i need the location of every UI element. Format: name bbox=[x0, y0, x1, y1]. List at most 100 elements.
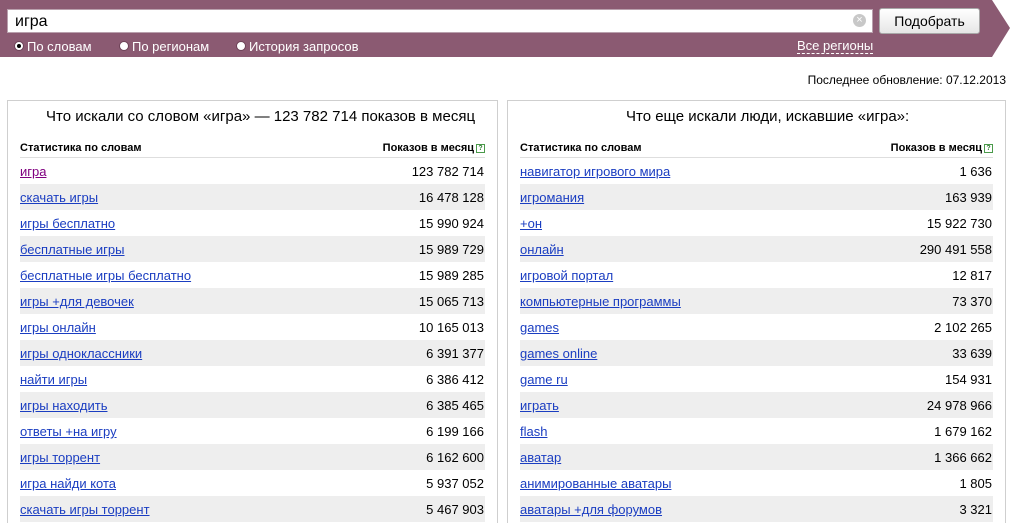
mode-label: История запросов bbox=[249, 38, 359, 54]
keyword-link[interactable]: игры торрент bbox=[20, 450, 100, 465]
mode-history[interactable]: История запросов bbox=[236, 38, 359, 54]
radio-icon bbox=[119, 41, 129, 51]
impressions-count: 1 679 162 bbox=[934, 424, 992, 439]
keyword-link[interactable]: игры одноклассники bbox=[20, 346, 142, 361]
keyword-link[interactable]: игры онлайн bbox=[20, 320, 96, 335]
table-row: игра найди кота 5 937 052 bbox=[20, 470, 485, 496]
impressions-count: 1 366 662 bbox=[934, 450, 992, 465]
table-row: games online 33 639 bbox=[520, 340, 993, 366]
table-row: игровой портал 12 817 bbox=[520, 262, 993, 288]
keyword-link[interactable]: игры бесплатно bbox=[20, 216, 115, 231]
keyword-link[interactable]: игры находить bbox=[20, 398, 107, 413]
keyword-link[interactable]: игра bbox=[20, 164, 46, 179]
keyword-link[interactable]: игра найди кота bbox=[20, 476, 116, 491]
impressions-count: 6 199 166 bbox=[426, 424, 484, 439]
table-row: +он 15 922 730 bbox=[520, 210, 993, 236]
keyword-link[interactable]: игромания bbox=[520, 190, 584, 205]
keyword-link[interactable]: скачать игры bbox=[20, 190, 98, 205]
table-row: скачать игры 16 478 128 bbox=[20, 184, 485, 210]
column-header-keyword: Статистика по словам bbox=[520, 142, 642, 154]
keyword-table: игра 123 782 714 скачать игры 16 478 128 игр… bbox=[20, 157, 485, 522]
column-header-keyword: Статистика по словам bbox=[20, 142, 142, 154]
table-row: игры торрент 6 162 600 bbox=[20, 444, 485, 470]
table-row: игры одноклассники 6 391 377 bbox=[20, 340, 485, 366]
related-queries-panel: Что еще искали люди, искавшие «игра»: Ст… bbox=[507, 100, 1006, 523]
impressions-count: 1 805 bbox=[959, 476, 992, 491]
impressions-count: 6 162 600 bbox=[426, 450, 484, 465]
search-band-arrow bbox=[992, 0, 1010, 57]
keyword-link[interactable]: бесплатные игры bbox=[20, 242, 125, 257]
table-row: игры бесплатно 15 990 924 bbox=[20, 210, 485, 236]
column-header-count: Показов в месяц ? bbox=[383, 142, 485, 154]
table-row: games 2 102 265 bbox=[520, 314, 993, 340]
keyword-link[interactable]: скачать игры торрент bbox=[20, 502, 150, 517]
table-row: игры +для девочек 15 065 713 bbox=[20, 288, 485, 314]
impressions-count: 123 782 714 bbox=[411, 164, 484, 179]
keyword-link[interactable]: навигатор игрового мира bbox=[520, 164, 670, 179]
keyword-link[interactable]: онлайн bbox=[520, 242, 564, 257]
panel-title: Что искали со словом «игра» — 123 782 71… bbox=[46, 108, 476, 125]
panel-title: Что еще искали люди, искавшие «игра»: bbox=[626, 108, 910, 125]
impressions-count: 3 321 bbox=[959, 502, 992, 517]
table-row: найти игры 6 386 412 bbox=[20, 366, 485, 392]
all-regions-link[interactable]: Все регионы bbox=[797, 38, 874, 54]
mode-by-regions[interactable]: По регионам bbox=[119, 38, 210, 54]
related-table: навигатор игрового мира 1 636 игромания 163… bbox=[520, 157, 993, 522]
keyword-link[interactable]: найти игры bbox=[20, 372, 87, 387]
table-row: flash 1 679 162 bbox=[520, 418, 993, 444]
keyword-link[interactable]: games bbox=[520, 320, 559, 335]
table-row: бесплатные игры бесплатно 15 989 285 bbox=[20, 262, 485, 288]
table-row: ответы +на игру 6 199 166 bbox=[20, 418, 485, 444]
column-header-count-label: Показов в месяц bbox=[890, 142, 982, 154]
keyword-link[interactable]: аватары +для форумов bbox=[520, 502, 662, 517]
keyword-link[interactable]: +он bbox=[520, 216, 542, 231]
impressions-count: 1 636 bbox=[959, 164, 992, 179]
keyword-link[interactable]: аватар bbox=[520, 450, 561, 465]
column-header-count-label: Показов в месяц bbox=[382, 142, 474, 154]
keyword-link[interactable]: анимированные аватары bbox=[520, 476, 671, 491]
keyword-link[interactable]: компьютерные программы bbox=[520, 294, 681, 309]
impressions-count: 10 165 013 bbox=[418, 320, 484, 335]
help-icon[interactable]: ? bbox=[476, 143, 485, 153]
impressions-count: 5 467 903 bbox=[426, 502, 484, 517]
keyword-link[interactable]: игры +для девочек bbox=[20, 294, 134, 309]
keyword-link[interactable]: flash bbox=[520, 424, 547, 439]
table-row: игры онлайн 10 165 013 bbox=[20, 314, 485, 340]
table-row: навигатор игрового мира 1 636 bbox=[520, 158, 993, 184]
table-row: играть 24 978 966 bbox=[520, 392, 993, 418]
table-row: скачать игры торрент 5 467 903 bbox=[20, 496, 485, 522]
impressions-count: 6 386 412 bbox=[426, 372, 484, 387]
radio-icon bbox=[14, 41, 24, 51]
table-header: Статистика по словам Показов в месяц ? bbox=[20, 141, 485, 157]
search-input[interactable] bbox=[7, 9, 873, 33]
impressions-count: 154 931 bbox=[945, 372, 992, 387]
search-band: × Подобрать По словам По регионам Истори… bbox=[0, 0, 1011, 57]
mode-by-words[interactable]: По словам bbox=[14, 39, 92, 54]
impressions-count: 16 478 128 bbox=[418, 190, 484, 205]
table-row: аватар 1 366 662 bbox=[520, 444, 993, 470]
keyword-link[interactable]: игровой портал bbox=[520, 268, 613, 283]
impressions-count: 6 385 465 bbox=[426, 398, 484, 413]
impressions-count: 15 990 924 bbox=[418, 216, 484, 231]
table-row: анимированные аватары 1 805 bbox=[520, 470, 993, 496]
table-row: игра 123 782 714 bbox=[20, 158, 485, 184]
table-row: онлайн 290 491 558 bbox=[520, 236, 993, 262]
submit-button[interactable]: Подобрать bbox=[879, 8, 980, 34]
keyword-link[interactable]: бесплатные игры бесплатно bbox=[20, 268, 191, 283]
table-row: компьютерные программы 73 370 bbox=[520, 288, 993, 314]
impressions-count: 163 939 bbox=[945, 190, 992, 205]
help-icon[interactable]: ? bbox=[984, 143, 993, 153]
impressions-count: 24 978 966 bbox=[926, 398, 992, 413]
keyword-link[interactable]: играть bbox=[520, 398, 559, 413]
keyword-link[interactable]: ответы +на игру bbox=[20, 424, 117, 439]
keyword-link[interactable]: game ru bbox=[520, 372, 568, 387]
impressions-count: 15 989 729 bbox=[418, 242, 484, 257]
table-row: игромания 163 939 bbox=[520, 184, 993, 210]
table-row: игры находить 6 385 465 bbox=[20, 392, 485, 418]
impressions-count: 290 491 558 bbox=[919, 242, 992, 257]
mode-label: По регионам bbox=[132, 38, 210, 54]
clear-icon[interactable]: × bbox=[853, 14, 866, 27]
impressions-count: 73 370 bbox=[952, 294, 992, 309]
last-update: Последнее обновление: 07.12.2013 bbox=[807, 73, 1006, 87]
keyword-link[interactable]: games online bbox=[520, 346, 597, 361]
